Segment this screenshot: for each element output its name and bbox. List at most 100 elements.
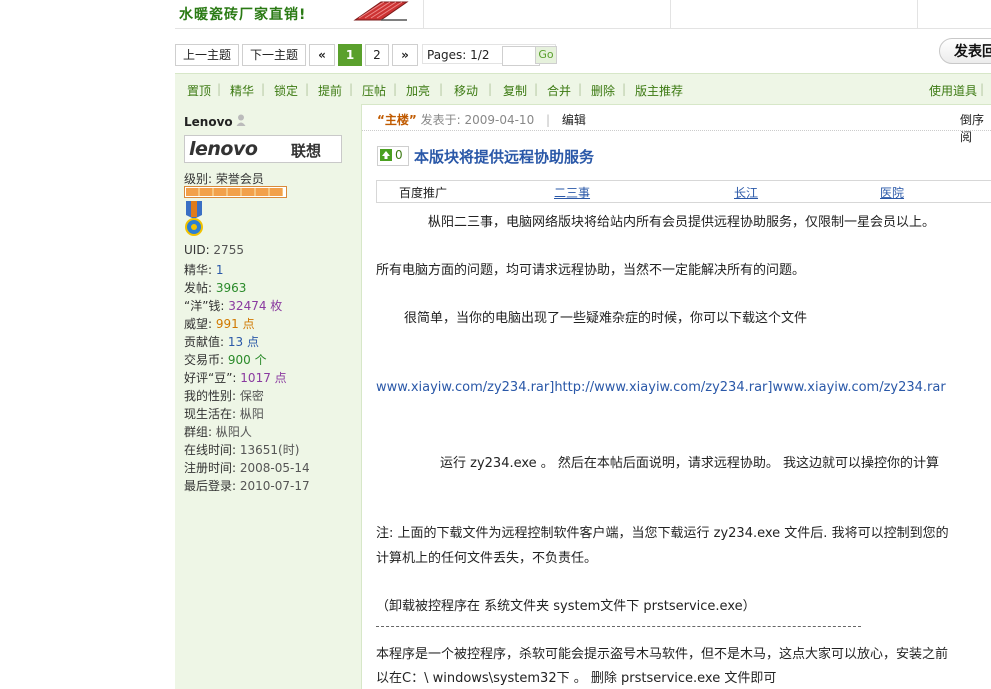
user-stat-row: 发帖: 3963 xyxy=(184,279,246,296)
toolbar-separator: | xyxy=(980,82,985,96)
user-info-panel: Lenovo lenovo 联想 级别: 荣誉会员 UID: 2755 精华: 1… xyxy=(175,104,362,689)
user-stat-value: 900 个 xyxy=(227,353,267,367)
user-stat-label: 威望: xyxy=(184,317,216,331)
post-floor-tag: “主楼” xyxy=(377,113,417,127)
user-stat-value: 1017 点 xyxy=(240,371,287,385)
toolbar-separator: | xyxy=(393,82,398,96)
user-stat-row: 群组: 枞阳人 xyxy=(184,423,252,440)
promo-link-ersanshi[interactable]: 二三事 xyxy=(554,184,590,201)
user-stat-row: 我的性别: 保密 xyxy=(184,387,264,404)
user-stat-value: 13 点 xyxy=(227,335,259,349)
toolbar-copy[interactable]: 复制 xyxy=(503,82,527,99)
level-progress-fill xyxy=(186,188,283,196)
post-paragraph: 运行 zy234.exe 。 然后在本帖后面说明，请求远程协助。 我这边就可以操… xyxy=(440,456,940,471)
user-stat-value: 保密 xyxy=(239,389,264,403)
toolbar-recommend[interactable]: 版主推荐 xyxy=(635,82,683,99)
new-topic-button[interactable]: 发表回 xyxy=(939,38,991,64)
promo-link-hospital[interactable]: 医院 xyxy=(880,184,904,201)
promo-links-bar: 百度推广 二三事 长江 医院 xyxy=(376,180,991,203)
user-stat-value: 3963 xyxy=(215,281,247,295)
post-paragraph: 以在C：\ windows\system32下 。 删除 prstservice… xyxy=(376,671,777,686)
first-page-button[interactable]: « xyxy=(309,44,335,66)
toolbar-separator: | xyxy=(217,82,222,96)
vote-button[interactable]: 0 xyxy=(377,146,409,166)
promo-link-baidu[interactable]: 百度推广 xyxy=(399,184,447,201)
user-stat-label: 发帖: xyxy=(184,281,216,295)
user-stat-value: 2755 xyxy=(213,243,244,257)
ad-banner[interactable]: 水暖瓷砖厂家直销! xyxy=(175,0,424,28)
ad-slot-2 xyxy=(424,0,671,28)
user-stat-row: 注册时间: 2008-05-14 xyxy=(184,459,310,476)
user-stat-label: 注册时间: xyxy=(184,461,240,475)
divider xyxy=(362,130,991,132)
user-stat-value: 枞阳 xyxy=(239,407,264,421)
toolbar-delete[interactable]: 删除 xyxy=(591,82,615,99)
toolbar-bump[interactable]: 提前 xyxy=(318,82,342,99)
page-2-button[interactable]: 2 xyxy=(365,44,389,66)
avatar-logo-latin: lenovo xyxy=(189,138,258,160)
post-paragraph: 枞阳二三事，电脑网络版块将给站内所有会员提供远程协助服务，仅限制一星会员以上。 xyxy=(428,215,936,230)
post-paragraph: 很简单，当你的电脑出现了一些疑难杂症的时候，你可以下载这个文件 xyxy=(404,311,808,326)
user-stat-value: 1 xyxy=(215,263,224,277)
user-stat-value: 枞阳人 xyxy=(215,425,252,439)
page-1-button[interactable]: 1 xyxy=(338,44,362,66)
toolbar-pin[interactable]: 置顶 xyxy=(187,82,211,99)
toolbar-use-tools[interactable]: 使用道具 xyxy=(929,82,977,99)
next-page-button[interactable]: » xyxy=(392,44,418,66)
edit-link[interactable]: 编辑 xyxy=(562,113,586,127)
post-paragraph: 注: 上面的下载文件为远程控制软件客户端，当您下载运行 zy234.exe 文件… xyxy=(376,526,949,541)
ad-text[interactable]: 水暖瓷砖厂家直销! xyxy=(179,4,306,24)
go-button[interactable]: Go xyxy=(535,46,557,64)
user-stat-row: 威望: 991 点 xyxy=(184,315,255,332)
post-paragraph: 本程序是一个被控程序，杀软可能会提示盗号木马软件，但不是木马，这点大家可以放心，… xyxy=(376,647,949,662)
user-stat-row: 精华: 1 xyxy=(184,261,224,278)
user-stat-label: 在线时间: xyxy=(184,443,240,457)
user-stat-label: 最后登录: xyxy=(184,479,240,493)
user-stat-row: 最后登录: 2010-07-17 xyxy=(184,477,310,494)
post-paragraph: 计算机上的任何文件丢失，不负责任。 xyxy=(376,551,598,566)
toolbar-merge[interactable]: 合并 xyxy=(547,82,571,99)
solar-heater-image xyxy=(353,1,409,21)
toolbar-highlight[interactable]: 加亮 xyxy=(406,82,430,99)
user-stat-label: 贡献值: xyxy=(184,335,228,349)
user-stat-value: 2008-05-14 xyxy=(239,461,310,475)
user-stat-label: UID: xyxy=(184,243,214,257)
ad-slot-3 xyxy=(671,0,918,28)
user-stat-row: 贡献值: 13 点 xyxy=(184,333,259,350)
toolbar-separator: | xyxy=(261,82,266,96)
user-stat-label: 现生活在: xyxy=(184,407,240,421)
username[interactable]: Lenovo xyxy=(184,115,233,129)
toolbar-move[interactable]: 移动 xyxy=(454,82,478,99)
user-stat-row: 交易币: 900 个 xyxy=(184,351,267,368)
user-avatar[interactable]: lenovo 联想 xyxy=(184,135,342,163)
user-stat-label: 我的性别: xyxy=(184,389,240,403)
reverse-order-link[interactable]: 倒序阅 xyxy=(960,111,991,145)
user-stat-label: 精华: xyxy=(184,263,216,277)
toolbar-separator: | xyxy=(534,82,539,96)
user-level: 级别: 荣誉会员 xyxy=(184,172,264,186)
prev-topic-button[interactable]: 上一主题 xyxy=(175,44,239,66)
user-stat-label: 交易币: xyxy=(184,353,228,367)
user-stat-value: 13651(时) xyxy=(239,443,300,457)
user-stat-value: 2010-07-17 xyxy=(239,479,310,493)
vote-count: 0 xyxy=(395,148,403,162)
toolbar-sink[interactable]: 压帖 xyxy=(362,82,386,99)
user-stat-row: “洋”钱: 32474 枚 xyxy=(184,297,282,314)
post-meta: “主楼” 发表于: 2009-04-10 | 编辑 xyxy=(377,111,586,128)
post-paragraph: （卸载被控程序在 系统文件夹 system文件下 prstservice.exe… xyxy=(376,599,756,614)
next-topic-button[interactable]: 下一主题 xyxy=(242,44,306,66)
toolbar-separator: | xyxy=(305,82,310,96)
avatar-logo-chinese: 联想 xyxy=(291,142,322,160)
user-stat-row: 现生活在: 枞阳 xyxy=(184,405,264,422)
download-link[interactable]: www.xiayiw.com/zy234.rar]http://www.xiay… xyxy=(376,380,946,395)
toolbar-lock[interactable]: 锁定 xyxy=(274,82,298,99)
ad-strip: 水暖瓷砖厂家直销! xyxy=(175,0,991,29)
medal-icon xyxy=(185,201,203,236)
promo-link-changjiang[interactable]: 长江 xyxy=(734,184,758,201)
user-stat-value: 32474 枚 xyxy=(228,299,283,313)
toolbar-separator: | xyxy=(622,82,627,96)
moderator-toolbar: 置顶 | 精华 | 锁定 | 提前 | 压帖 | 加亮 | 移动 | 复制 | … xyxy=(175,73,991,105)
toolbar-digest[interactable]: 精华 xyxy=(230,82,254,99)
toolbar-separator: | xyxy=(439,82,444,96)
toolbar-separator: | xyxy=(349,82,354,96)
